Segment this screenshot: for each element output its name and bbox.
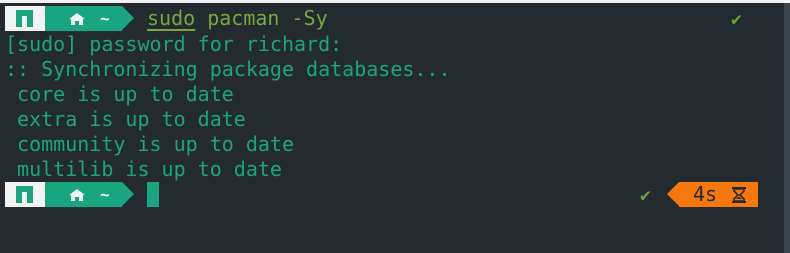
home-icon [69, 13, 85, 25]
duration-value: 4s [693, 182, 718, 206]
window-top-border [0, 0, 790, 3]
os-segment [5, 6, 45, 31]
check-icon: ✔ [640, 185, 651, 206]
segment-separator-icon [122, 6, 134, 30]
command-args: pacman -Sy [195, 6, 328, 30]
directory-segment: ~ [45, 182, 122, 207]
output-line: extra is up to date [5, 107, 246, 131]
os-segment [5, 182, 45, 207]
output-line: [sudo] password for richard: [5, 32, 343, 56]
output-line: community is up to date [5, 132, 294, 156]
command-line: sudo pacman -Sy [147, 6, 328, 31]
output-line: core is up to date [5, 82, 234, 106]
segment-separator-icon [667, 182, 679, 206]
hourglass-icon [732, 187, 746, 203]
manjaro-logo-icon [16, 186, 33, 203]
command-sudo: sudo [147, 6, 196, 30]
directory-label: ~ [100, 9, 110, 28]
scrollbar[interactable] [784, 3, 790, 253]
segment-separator-icon [122, 182, 134, 206]
duration-segment: 4s [679, 182, 758, 207]
output-line: multilib is up to date [5, 157, 282, 181]
terminal-cursor[interactable] [147, 182, 159, 207]
check-icon: ✔ [731, 9, 742, 30]
directory-label: ~ [100, 185, 110, 204]
output-line: :: Synchronizing package databases... [5, 57, 451, 81]
directory-segment: ~ [45, 6, 122, 31]
manjaro-logo-icon [16, 10, 33, 27]
home-icon [69, 189, 85, 201]
